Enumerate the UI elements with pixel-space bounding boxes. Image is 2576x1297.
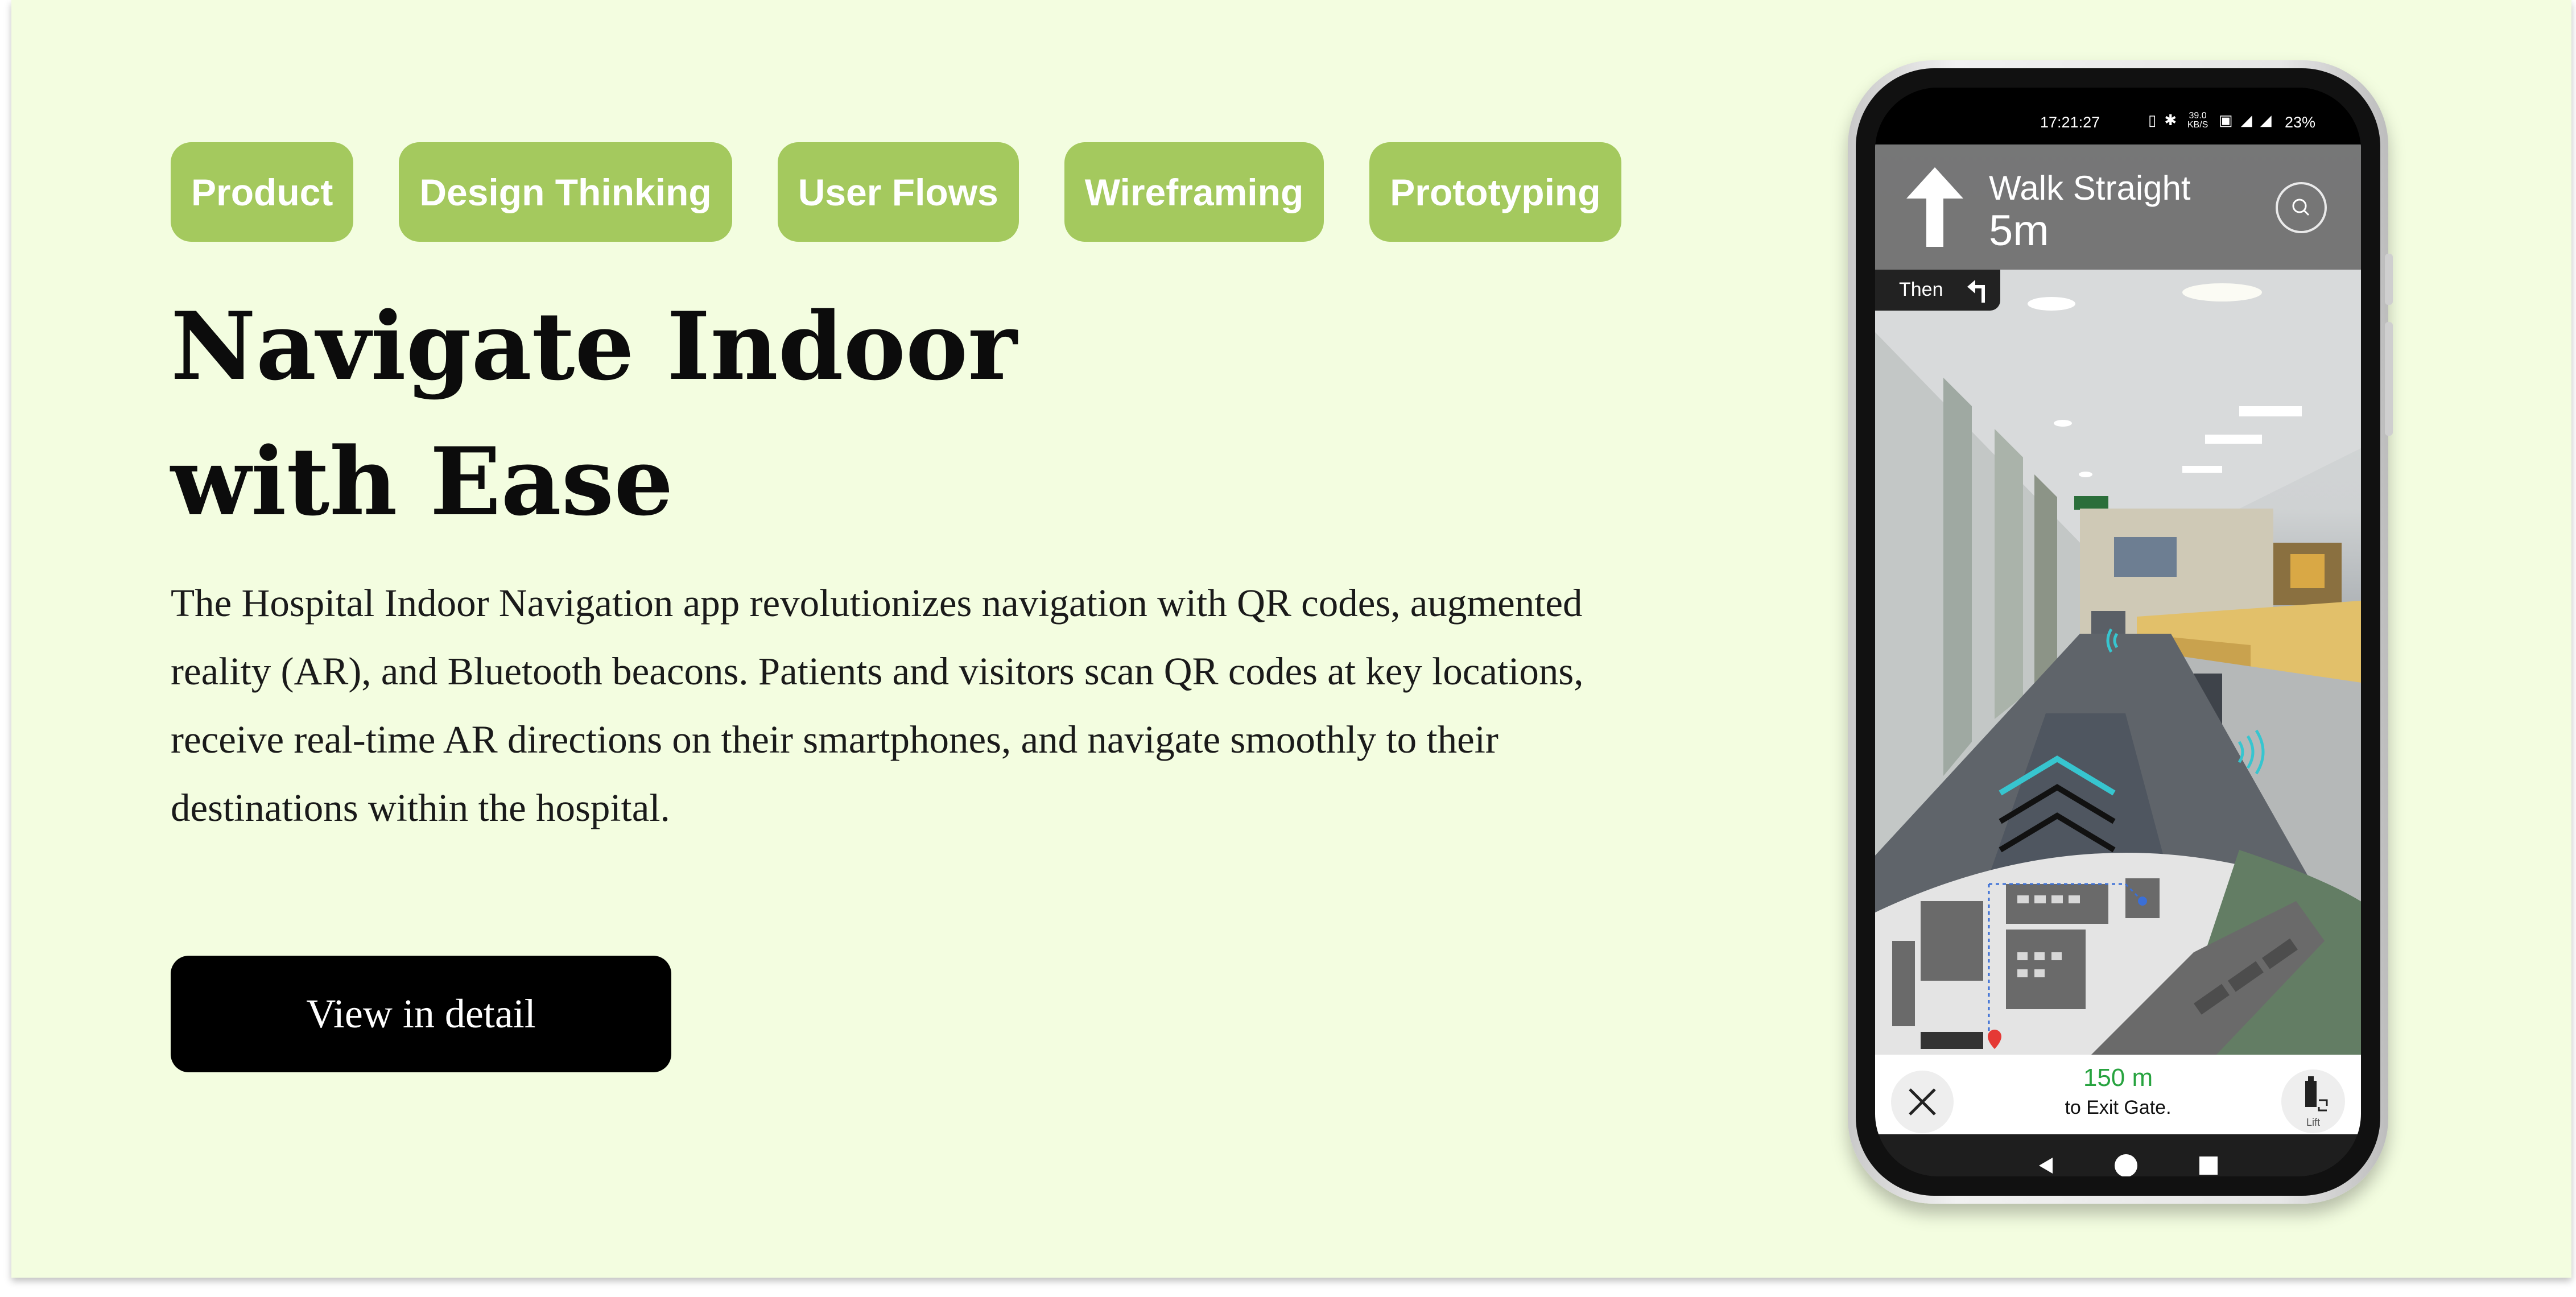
tag-user-flows: User Flows — [777, 142, 1019, 242]
tag-list: Product Design Thinking User Flows Wiref… — [171, 142, 1621, 242]
recents-icon[interactable] — [2197, 1154, 2220, 1176]
phone-volume-button — [2385, 322, 2393, 436]
battery-level: 23% — [2284, 114, 2315, 131]
status-bar: 17:21:27 ▯ ✱ 39.0 KB/S ▣ ◢ ◢ 23% — [1875, 88, 2361, 144]
page-title: Navigate Indoor with Ease — [171, 279, 1422, 550]
status-time: 17:21:27 — [2040, 114, 2100, 131]
title-line-1: Navigate Indoor — [171, 291, 1017, 401]
phone-power-button — [2385, 254, 2393, 305]
system-nav-bar — [1875, 1134, 2361, 1176]
status-icons: ▯ ✱ 39.0 KB/S ▣ ◢ ◢ — [2148, 111, 2272, 130]
instruction-text: Walk Straight — [1989, 169, 2191, 207]
tag-wireframing: Wireframing — [1064, 142, 1324, 242]
tag-prototyping: Prototyping — [1369, 142, 1621, 242]
tag-product: Product — [171, 142, 354, 242]
next-turn-hint: Then — [1875, 270, 2000, 311]
turn-left-icon — [1967, 280, 1985, 303]
home-icon[interactable] — [2113, 1153, 2139, 1176]
volte-icon: ▣ — [2219, 111, 2233, 129]
signal-icon: ◢ — [2240, 111, 2252, 129]
instruction-distance: 5m — [1989, 206, 2049, 255]
back-icon[interactable] — [2034, 1154, 2057, 1176]
project-description: The Hospital Indoor Navigation app revol… — [171, 581, 1584, 829]
tag-design-thinking: Design Thinking — [399, 142, 732, 242]
up-arrow-icon — [1906, 167, 1963, 247]
ar-camera-view: Walk Straight 5m Then — [1875, 144, 2361, 1055]
lift-label: Lift — [2306, 1117, 2320, 1128]
net-speed: 39.0 KB/S — [2187, 111, 2208, 130]
phone-mockup: 17:21:27 ▯ ✱ 39.0 KB/S ▣ ◢ ◢ 23% Walk St… — [1848, 60, 2393, 1204]
phone-bezel: 17:21:27 ▯ ✱ 39.0 KB/S ▣ ◢ ◢ 23% Walk St… — [1856, 68, 2380, 1196]
title-line-2: with Ease — [171, 427, 674, 536]
lift-button[interactable]: Lift — [2281, 1069, 2345, 1133]
navigation-banner: Walk Straight 5m — [1875, 144, 2361, 270]
lift-icon — [2305, 1076, 2328, 1112]
project-card: Product Design Thinking User Flows Wiref… — [11, 0, 2571, 1278]
search-icon — [2292, 199, 2310, 216]
route-summary: 150 m to Exit Gate. Lift — [1875, 1055, 2361, 1134]
bluetooth-icon: ✱ — [2164, 111, 2177, 129]
phone-screen: 17:21:27 ▯ ✱ 39.0 KB/S ▣ ◢ ◢ 23% Walk St… — [1875, 88, 2361, 1176]
signal-icon-2: ◢ — [2260, 111, 2272, 129]
vibrate-icon: ▯ — [2148, 111, 2157, 129]
search-button[interactable] — [2276, 182, 2327, 233]
view-in-detail-button[interactable]: View in detail — [171, 956, 671, 1072]
then-label: Then — [1899, 279, 1943, 300]
